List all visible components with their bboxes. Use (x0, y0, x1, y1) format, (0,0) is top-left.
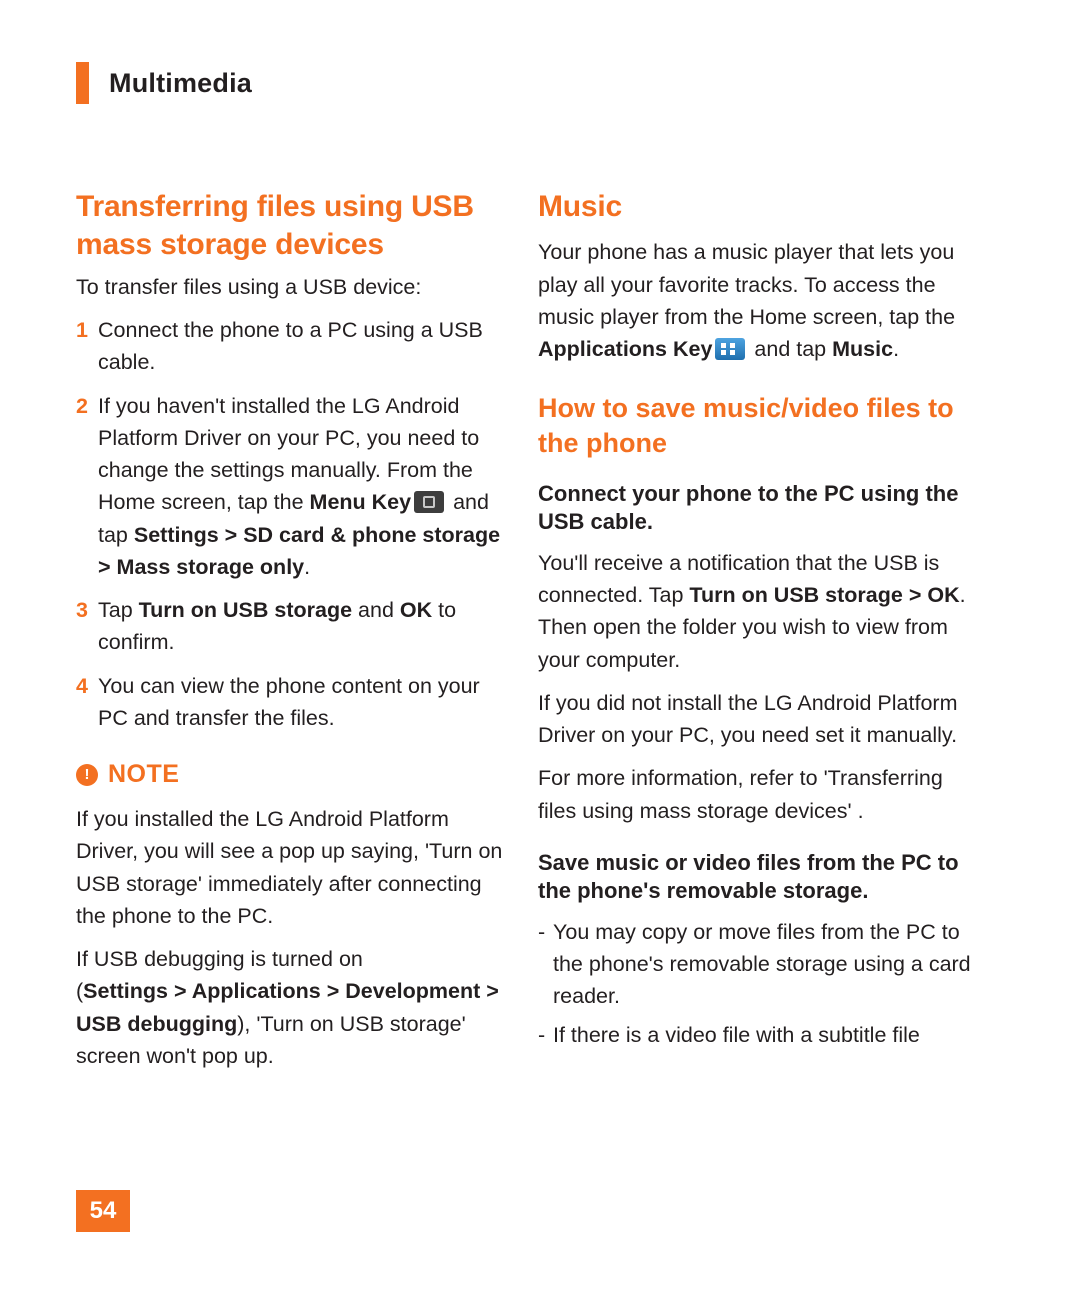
music-paragraph: Your phone has a music player that lets … (538, 240, 956, 362)
step-number: 3 (76, 598, 88, 623)
subhead-save-files: Save music or video files from the PC to… (538, 849, 959, 904)
menu-key-icon (414, 491, 445, 514)
driver-paragraph: If you did not install the LG Android Pl… (538, 690, 958, 748)
section-heading-save-music-video: How to save music/video files to the pho… (538, 393, 954, 459)
bullet-marker: - (538, 1022, 546, 1047)
right-column: Music Your phone has a music player that… (538, 188, 978, 1057)
step-number: 4 (76, 673, 88, 698)
subhead-connect-phone: Connect your phone to the PC using the U… (538, 480, 959, 535)
left-column: Transferring files using USB mass storag… (76, 188, 508, 1083)
connect-paragraph: You'll receive a notification that the U… (538, 550, 966, 672)
more-info-paragraph: For more information, refer to 'Transfer… (538, 766, 943, 823)
transfer-steps-list: 1 Connect the phone to a PC using a USB … (76, 314, 508, 734)
bullet-text: If there is a video file with a subtitle… (553, 1022, 920, 1047)
list-item: 4 You can view the phone content on your… (76, 670, 508, 735)
step-number: 1 (76, 318, 88, 343)
chapter-title: Multimedia (109, 67, 253, 98)
transfer-intro-text: To transfer files using a USB device: (76, 274, 422, 299)
manual-page: Multimedia Transferring files using USB … (0, 0, 1080, 1295)
section-heading-music: Music (538, 190, 623, 223)
section-heading-transferring: Transferring files using USB mass storag… (76, 190, 474, 262)
step-number: 2 (76, 393, 88, 418)
step-text: You can view the phone content on your P… (98, 673, 480, 730)
step-text: If you haven't installed the LG Android … (98, 393, 501, 579)
list-item: - You may copy or move files from the PC… (538, 916, 978, 1013)
applications-key-icon (715, 338, 746, 361)
page-number: 54 (76, 1190, 130, 1232)
note-label: NOTE (108, 760, 180, 789)
note-block: ! NOTE (76, 760, 508, 789)
list-item: 1 Connect the phone to a PC using a USB … (76, 314, 508, 379)
page-header: Multimedia (76, 62, 252, 104)
list-item: - If there is a video file with a subtit… (538, 1019, 978, 1051)
bullet-text: You may copy or move files from the PC t… (553, 919, 971, 1009)
step-text: Connect the phone to a PC using a USB ca… (98, 318, 483, 375)
exclamation-icon: ! (76, 763, 98, 786)
list-item: 3 Tap Turn on USB storage and OK to conf… (76, 594, 508, 659)
note-paragraph-2: If USB debugging is turned on (Settings >… (76, 947, 499, 1068)
note-paragraph-1: If you installed the LG Android Platform… (76, 807, 503, 928)
list-item: 2 If you haven't installed the LG Androi… (76, 390, 508, 584)
step-text: Tap Turn on USB storage and OK to confir… (98, 598, 457, 655)
bullet-marker: - (538, 919, 546, 944)
header-accent-bar (76, 62, 89, 104)
